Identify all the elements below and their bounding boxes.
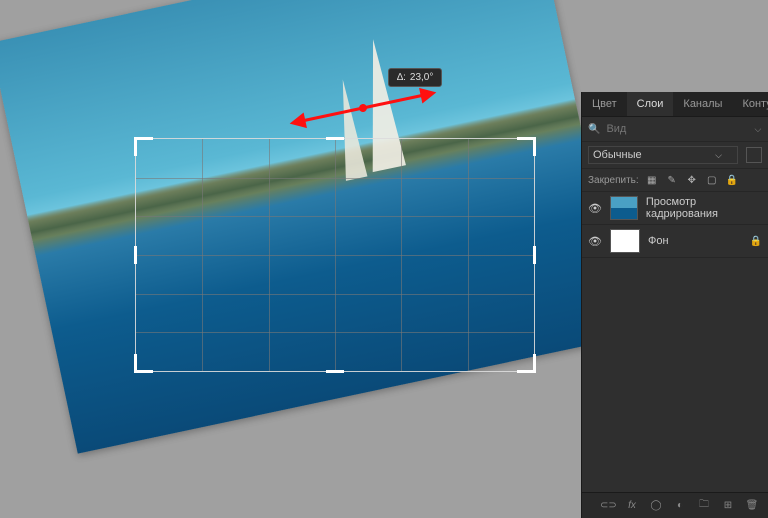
blend-mode-row: Обычные ⌵ <box>582 142 768 169</box>
lock-all-icon[interactable]: 🔒 <box>725 173 739 187</box>
layer-name: Фон <box>648 235 669 247</box>
lock-pixels-icon[interactable]: ▦ <box>645 173 659 187</box>
lock-brush-icon[interactable]: ✎ <box>665 173 679 187</box>
layer-thumbnail[interactable] <box>610 196 638 220</box>
blend-mode-select[interactable]: Обычные <box>588 146 738 164</box>
layer-filter-input[interactable] <box>604 122 750 136</box>
panel-footer: ⊂⊃ fx ◯ ◐ 🗀 ⊞ 🗑 <box>582 492 768 518</box>
crop-handle-top[interactable] <box>326 137 344 140</box>
tab-layers[interactable]: Слои <box>627 92 674 116</box>
crop-handle-bottom[interactable] <box>326 370 344 373</box>
opacity-box[interactable] <box>746 147 762 163</box>
tab-paths[interactable]: Контуры <box>732 92 768 116</box>
layer-thumbnail[interactable] <box>610 229 640 253</box>
angle-icon: ∆: <box>397 72 406 83</box>
lock-row: Закрепить: ▦ ✎ ✥ ▢ 🔒 <box>582 169 768 192</box>
lock-icon: 🔒 <box>750 236 762 247</box>
lock-position-icon[interactable]: ✥ <box>685 173 699 187</box>
crop-handle-tr[interactable] <box>517 137 536 156</box>
layer-row[interactable]: 👁 Просмотр кадрирования <box>582 192 768 225</box>
crop-box[interactable] <box>135 138 535 372</box>
folder-icon[interactable]: 🗀 <box>696 497 712 514</box>
layers-list: 👁 Просмотр кадрирования 👁 Фон 🔒 <box>582 192 768 492</box>
lock-label: Закрепить: <box>588 175 639 186</box>
canvas-area[interactable]: ∆: 23,0° <box>0 0 582 518</box>
angle-value: 23,0° <box>410 72 433 83</box>
tab-channels[interactable]: Каналы <box>673 92 732 116</box>
lock-artboard-icon[interactable]: ▢ <box>705 173 719 187</box>
crop-handle-tl[interactable] <box>134 137 153 156</box>
panel-tabs: Цвет Слои Каналы Контуры <box>582 92 768 117</box>
layer-name: Просмотр кадрирования <box>646 196 762 220</box>
fx-icon[interactable]: fx <box>624 500 640 511</box>
visibility-eye-icon[interactable]: 👁 <box>588 234 602 248</box>
chevron-down-icon[interactable]: ⌵ <box>754 124 761 135</box>
crop-handle-right[interactable] <box>533 246 536 264</box>
mask-icon[interactable]: ◯ <box>648 500 664 511</box>
visibility-eye-icon[interactable]: 👁 <box>588 201 602 215</box>
layer-row[interactable]: 👁 Фон 🔒 <box>582 225 768 258</box>
layers-panel: Цвет Слои Каналы Контуры 🔍 ⌵ ▦ ◐ T ▭ ◧ О… <box>581 92 768 518</box>
layer-filter-row: 🔍 ⌵ ▦ ◐ T ▭ ◧ <box>582 117 768 142</box>
crop-handle-left[interactable] <box>134 246 137 264</box>
search-icon: 🔍 <box>588 124 600 135</box>
trash-icon[interactable]: 🗑 <box>744 500 760 511</box>
crop-handle-br[interactable] <box>517 354 536 373</box>
rotation-angle-badge: ∆: 23,0° <box>388 68 442 87</box>
link-layers-icon[interactable]: ⊂⊃ <box>600 500 616 511</box>
crop-handle-bl[interactable] <box>134 354 153 373</box>
new-layer-icon[interactable]: ⊞ <box>720 500 736 511</box>
adjustment-icon[interactable]: ◐ <box>672 500 688 511</box>
tab-color[interactable]: Цвет <box>582 92 627 116</box>
